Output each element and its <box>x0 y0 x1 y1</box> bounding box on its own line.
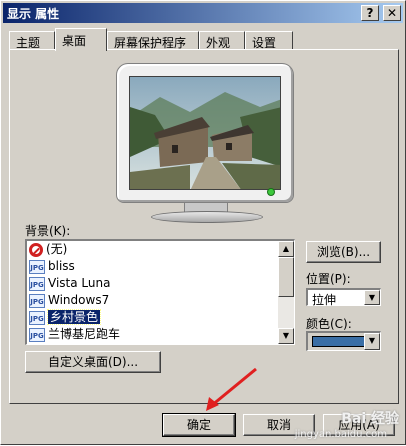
chevron-down-icon[interactable]: ▼ <box>364 333 380 350</box>
monitor-preview <box>116 63 294 203</box>
close-button[interactable]: ✕ <box>383 5 401 21</box>
jpg-icon: JPG <box>29 293 45 308</box>
power-indicator-icon <box>267 188 275 196</box>
watermark-logo: Bai 经验 <box>341 411 399 427</box>
watermark-url: jingyan.baidu.com <box>294 429 387 440</box>
list-item[interactable]: JPG Vista Luna <box>27 275 279 292</box>
browse-button[interactable]: 浏览(B)... <box>306 241 381 263</box>
village-scenery-image <box>130 77 280 189</box>
ok-button[interactable]: 确定 <box>162 413 236 437</box>
jpg-icon: JPG <box>29 259 45 274</box>
tab-desktop[interactable]: 桌面 <box>55 28 107 51</box>
none-icon <box>29 242 43 257</box>
jpg-icon: JPG <box>29 310 45 325</box>
color-picker[interactable]: ▼ <box>306 331 381 351</box>
scroll-thumb[interactable] <box>278 257 294 297</box>
position-select[interactable]: 拉伸 ▼ <box>306 288 381 307</box>
tab-strip: 主题 桌面 屏幕保护程序 外观 设置 <box>9 28 399 51</box>
list-item[interactable]: JPG Windows7 <box>27 292 279 309</box>
vertical-scrollbar[interactable]: ▲ ▼ <box>278 241 294 344</box>
list-item[interactable]: (无) <box>27 241 279 258</box>
customize-desktop-button[interactable]: 自定义桌面(D)... <box>25 351 161 373</box>
background-list: (无) JPG bliss JPG Vista Luna JPG Windows7 J… <box>27 241 279 343</box>
position-value: 拉伸 <box>312 293 337 307</box>
tab-appearance[interactable]: 外观 <box>199 31 245 51</box>
jpg-icon: JPG <box>29 327 45 342</box>
tab-settings[interactable]: 设置 <box>245 31 293 51</box>
background-listbox[interactable]: (无) JPG bliss JPG Vista Luna JPG Windows7 J… <box>25 239 295 345</box>
tab-screensaver[interactable]: 屏幕保护程序 <box>107 31 199 51</box>
help-button[interactable]: ? <box>361 5 379 21</box>
position-label: 位置(P): <box>306 272 351 286</box>
tab-theme[interactable]: 主题 <box>9 31 55 51</box>
chevron-down-icon[interactable]: ▼ <box>364 290 380 305</box>
wallpaper-preview <box>129 76 281 190</box>
monitor-stand-base <box>151 211 263 223</box>
list-item[interactable]: JPG bliss <box>27 258 279 275</box>
jpg-icon: JPG <box>29 276 45 291</box>
background-label: 背景(K): <box>25 224 71 238</box>
list-item-selected[interactable]: JPG 乡村景色 <box>27 309 279 326</box>
scroll-down-icon[interactable]: ▼ <box>278 328 294 344</box>
color-label: 颜色(C): <box>306 317 352 331</box>
list-item[interactable]: JPG 兰博基尼跑车 <box>27 326 279 343</box>
display-properties-window: 显示 属性 ? ✕ 主题 桌面 屏幕保护程序 外观 设置 背景(K): (无) … <box>0 0 406 445</box>
title-bar[interactable]: 显示 属性 ? ✕ <box>3 3 403 23</box>
window-title: 显示 属性 <box>7 7 60 21</box>
scroll-up-icon[interactable]: ▲ <box>278 241 294 257</box>
